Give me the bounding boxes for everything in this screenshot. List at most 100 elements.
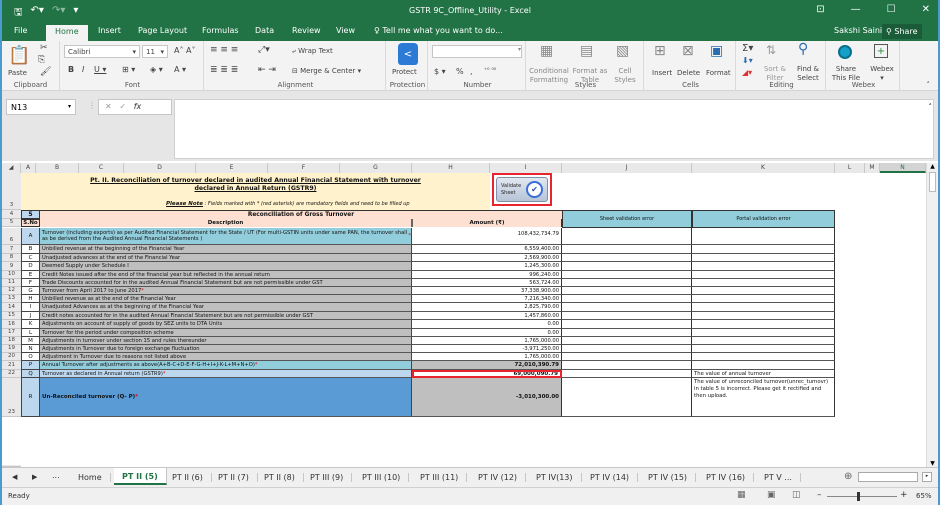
sheet-validation-cell[interactable] [562, 262, 692, 271]
wrap-text-button[interactable]: ⤶ Wrap Text [292, 47, 333, 56]
collapse-ribbon-icon[interactable]: ˄ [927, 81, 931, 89]
column-header-a[interactable]: A [21, 163, 36, 173]
portal-validation-cell[interactable] [692, 245, 835, 254]
insert-button[interactable]: Insert [652, 69, 672, 77]
row-header-7[interactable]: 7 [2, 245, 21, 254]
sheet-validation-cell[interactable] [562, 228, 692, 245]
tab-data[interactable]: Data [255, 26, 274, 35]
sheet-validation-cell[interactable] [562, 303, 692, 312]
scroll-tabs-left-icon[interactable]: ◀ [12, 473, 17, 481]
row-header-5[interactable]: 5 [2, 219, 21, 227]
tab-view[interactable]: View [336, 26, 355, 35]
portal-validation-cell[interactable] [692, 361, 835, 370]
ribbon-display-icon[interactable]: ⊡ [816, 4, 824, 15]
new-sheet-button[interactable]: ⊕ [844, 471, 852, 482]
portal-validation-cell[interactable] [692, 329, 835, 337]
sheet-validation-cell[interactable] [562, 329, 692, 337]
format-painter-icon[interactable]: 🖌 [40, 67, 51, 77]
orientation-icon[interactable]: ⤢▾ [258, 45, 270, 55]
borders-icon[interactable]: ⊞ ▾ [122, 65, 135, 74]
amount-cell[interactable]: 72,010,390.79 [412, 361, 562, 370]
amount-cell[interactable]: 2,569,900.00 [412, 254, 562, 262]
scroll-right-icon[interactable]: ▸ [922, 472, 932, 482]
column-header-k[interactable]: K [692, 163, 835, 173]
vertical-scroll-thumb[interactable] [929, 172, 936, 192]
sheet-validation-cell[interactable] [562, 245, 692, 254]
amount-cell[interactable]: 0.00 [412, 329, 562, 337]
sheet-validation-cell[interactable] [562, 254, 692, 262]
minimize-button[interactable]: — [851, 4, 861, 15]
row-header-6[interactable]: 6 [2, 228, 21, 245]
enter-formula-icon[interactable]: ✓ [119, 102, 126, 111]
amount-cell[interactable]: 1,765,000.00 [412, 353, 562, 361]
row-header-10[interactable]: 10 [2, 271, 21, 279]
row-header-17[interactable]: 17 [2, 329, 21, 337]
currency-button[interactable]: $ ▾ [434, 67, 446, 76]
formula-input[interactable] [174, 99, 934, 159]
zoom-slider-handle[interactable] [857, 492, 860, 501]
scroll-up-icon[interactable]: ▲ [927, 163, 938, 170]
clear-icon[interactable]: ◢▾ [742, 68, 752, 77]
number-format-select[interactable]: ▾ [432, 45, 522, 58]
column-header-n[interactable]: N [880, 163, 926, 173]
row-header-19[interactable]: 19 [2, 345, 21, 353]
row-header-3[interactable]: 3 [2, 173, 21, 210]
delete-button[interactable]: Delete [677, 69, 700, 77]
row-header-21[interactable]: 21 [2, 361, 21, 370]
sheet-tab[interactable]: PT II (6) [164, 473, 212, 482]
row-header-18[interactable]: 18 [2, 337, 21, 345]
font-size-select[interactable]: 11 ▾ [142, 45, 168, 58]
amount-cell[interactable]: 108,432,734.79 [412, 228, 562, 245]
italic-button[interactable]: I [82, 65, 84, 74]
column-header-e[interactable]: E [196, 163, 268, 173]
portal-validation-cell[interactable] [692, 303, 835, 312]
tab-insert[interactable]: Insert [98, 26, 121, 35]
font-color-icon[interactable]: A ▾ [174, 65, 186, 74]
portal-validation-cell[interactable] [692, 337, 835, 345]
paste-icon[interactable]: 📋 [8, 45, 30, 66]
row-header-8[interactable]: 8 [2, 254, 21, 262]
tab-home[interactable]: Home [46, 25, 88, 41]
row-header-4[interactable]: 4 [2, 210, 21, 219]
grow-font-icon[interactable]: A˄ A˅ [174, 46, 196, 55]
sheet-tab[interactable]: PT III (10) [354, 473, 410, 482]
decimal-icons[interactable]: ⁺⁰ ⁰⁰ [484, 67, 496, 74]
sheet-validation-cell[interactable] [562, 312, 692, 320]
amount-cell[interactable]: -3,010,300.00 [412, 378, 562, 417]
column-header-d[interactable]: D [124, 163, 196, 173]
row-header-23[interactable]: 23 [2, 378, 21, 417]
column-header-g[interactable]: G [340, 163, 412, 173]
bold-button[interactable]: B [68, 65, 74, 74]
row-header-22[interactable]: 22 [2, 370, 21, 378]
portal-validation-cell[interactable] [692, 320, 835, 329]
sheet-tab[interactable]: PT II (7) [210, 473, 258, 482]
sheet-validation-cell[interactable] [562, 295, 692, 303]
sheet-tab[interactable]: PT IV (16) [698, 473, 755, 482]
percent-button[interactable]: % [456, 67, 464, 76]
sheet-validation-cell[interactable] [562, 271, 692, 279]
merge-center-button[interactable]: ⊟ Merge & Center ▾ [292, 67, 361, 75]
column-header-j[interactable]: J [562, 163, 692, 173]
format-button[interactable]: Format [706, 69, 731, 77]
protect-button[interactable]: Protect [392, 68, 417, 76]
share-button[interactable]: ⚲ Share [882, 24, 922, 39]
zoom-in-button[interactable]: + [900, 490, 908, 500]
sheet-tab[interactable]: PT IV(13) [528, 473, 582, 482]
horizontal-align-icons[interactable]: ≣ ≣ ≣ [210, 65, 238, 75]
row-header-11[interactable]: 11 [2, 279, 21, 287]
sheet-tab[interactable]: PT IV (12) [470, 473, 527, 482]
sheet-validation-cell[interactable] [562, 337, 692, 345]
row-header-12[interactable]: 12 [2, 287, 21, 295]
name-box[interactable]: N13 ▾ [6, 99, 76, 115]
horizontal-scrollbar[interactable] [858, 472, 918, 482]
portal-validation-cell[interactable]: The value of unreconciled turnover(unrec… [692, 378, 835, 417]
maximize-button[interactable]: ☐ [887, 4, 896, 15]
row-header-20[interactable]: 20 [2, 353, 21, 361]
column-header-m[interactable]: M [865, 163, 880, 173]
cancel-formula-icon[interactable]: ✕ [105, 102, 112, 111]
fill-icon[interactable]: ⬇▾ [742, 56, 753, 65]
sheet-validation-cell[interactable] [562, 279, 692, 287]
amount-cell[interactable]: 37,338,900.00 [412, 287, 562, 295]
portal-validation-cell[interactable]: The value of annual turnover declared(an… [692, 370, 835, 378]
amount-cell[interactable]: 7,216,340.00 [412, 295, 562, 303]
